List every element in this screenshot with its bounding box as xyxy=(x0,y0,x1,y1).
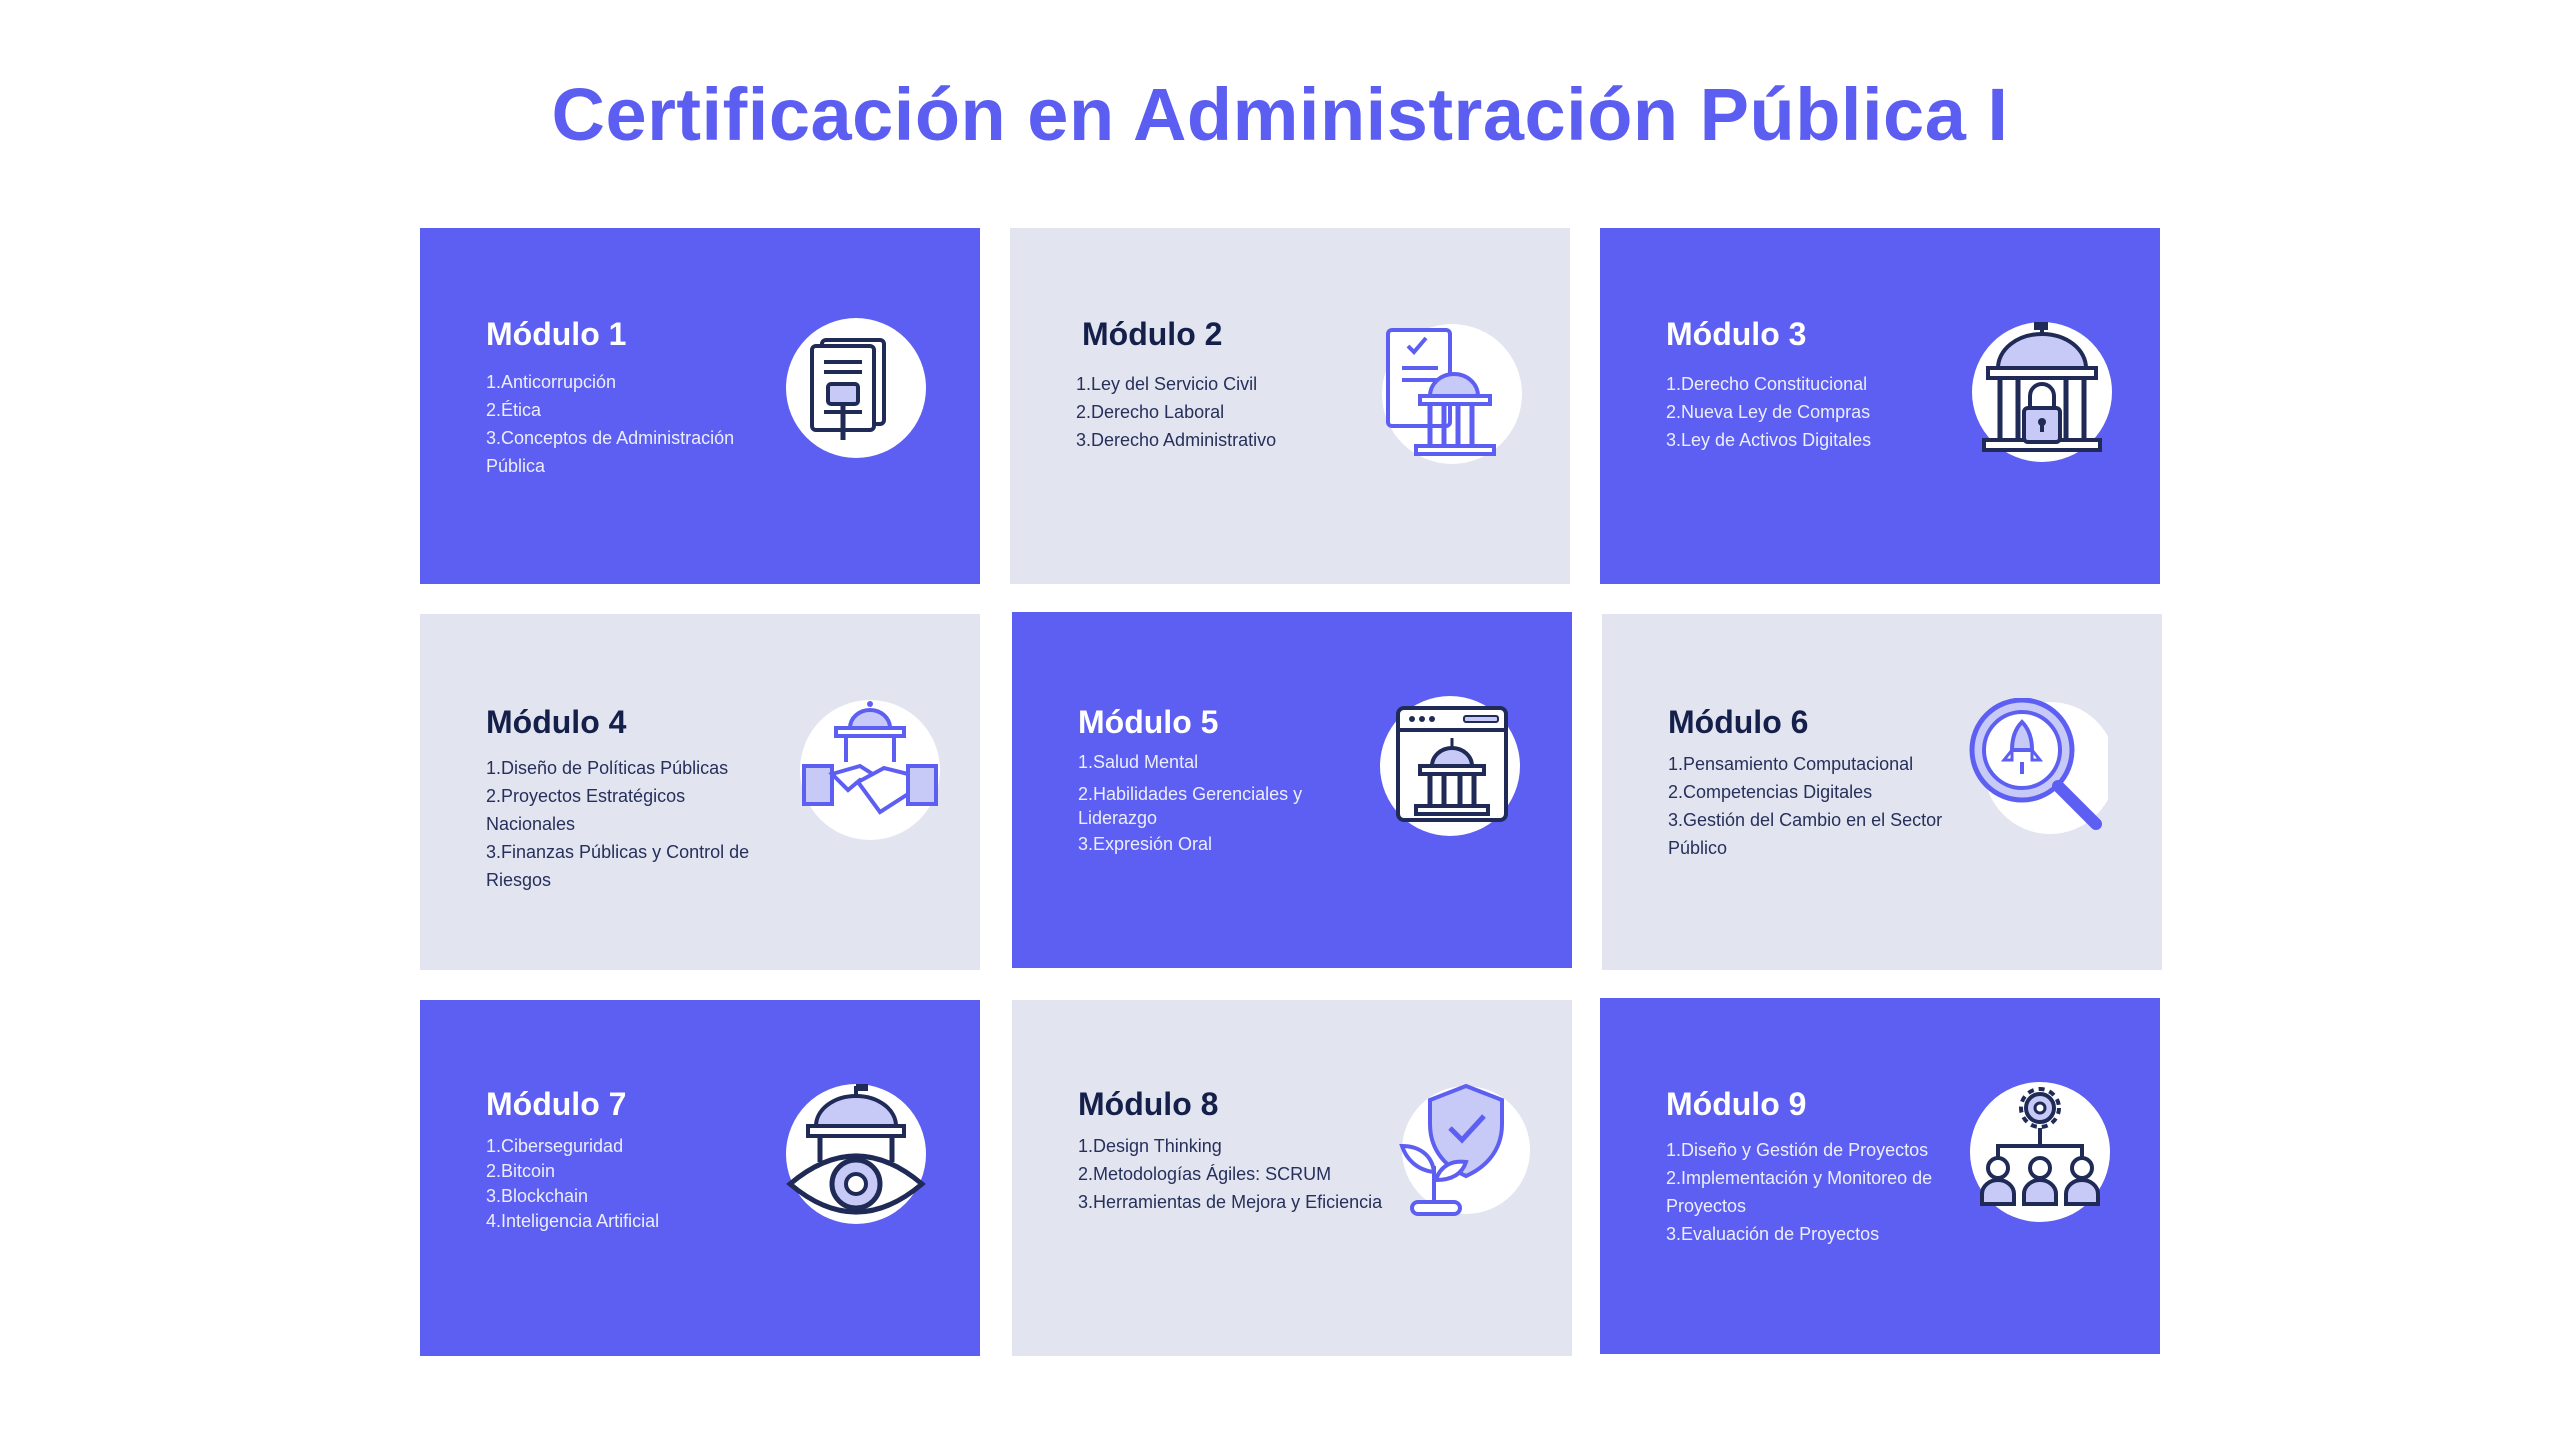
module-card-4[interactable]: Módulo 4 1.Diseño de Políticas Públicas … xyxy=(420,614,980,970)
module-title: Módulo 1 xyxy=(486,316,627,352)
module-title: Módulo 7 xyxy=(486,1086,627,1122)
topic-item: 2.Bitcoin xyxy=(486,1161,556,1181)
topic-item: 3.Finanzas Públicas y Control de Riesgos xyxy=(486,842,750,890)
module-card-9[interactable]: Módulo 9 1.Diseño y Gestión de Proyectos… xyxy=(1600,998,2160,1354)
topic-item: 2.Nueva Ley de Compras xyxy=(1666,402,1871,422)
shield-plant-icon xyxy=(1390,1080,1530,1220)
topic-item: 3.Blockchain xyxy=(486,1186,589,1206)
topic-item: 3.Herramientas de Mejora y Eficiencia xyxy=(1078,1192,1383,1212)
module-topics: 1.Pensamiento Computacional 2.Competenci… xyxy=(1668,750,1948,862)
eye-building-icon xyxy=(786,1084,926,1224)
module-card-2[interactable]: Módulo 2 1.Ley del Servicio Civil 2.Dere… xyxy=(1010,228,1570,584)
topic-item: 3.Evaluación de Proyectos xyxy=(1666,1224,1880,1244)
topic-item: 1.Ciberseguridad xyxy=(486,1136,624,1156)
topic-item: 1.Pensamiento Computacional xyxy=(1668,754,1914,774)
module-topics: 1.Salud Mental 2.Habilidades Gerenciales… xyxy=(1078,750,1338,856)
topic-item: 2.Proyectos Estratégicos Nacionales xyxy=(486,786,686,834)
module-title: Módulo 6 xyxy=(1668,704,1809,740)
topic-item: 1.Derecho Constitucional xyxy=(1666,374,1868,394)
module-title: Módulo 9 xyxy=(1666,1086,1807,1122)
topic-item: 1.Ley del Servicio Civil xyxy=(1076,374,1258,394)
module-card-8[interactable]: Módulo 8 1.Design Thinking 2.Metodología… xyxy=(1012,1000,1572,1356)
topic-item: 3.Ley de Activos Digitales xyxy=(1666,430,1872,450)
module-title: Módulo 4 xyxy=(486,704,627,740)
building-lock-icon xyxy=(1972,322,2112,462)
document-gavel-icon xyxy=(786,318,926,458)
module-card-1[interactable]: Módulo 1 1.Anticorrupción 2.Ética 3.Conc… xyxy=(420,228,980,584)
topic-item: 2.Implementación y Monitoreo de Proyecto… xyxy=(1666,1168,1933,1216)
topic-item: 2.Habilidades Gerenciales y Liderazgo xyxy=(1078,784,1303,828)
topic-item: 2.Derecho Laboral xyxy=(1076,402,1225,422)
browser-building-icon xyxy=(1380,696,1520,836)
topic-item: 3.Conceptos de Administración Pública xyxy=(486,428,735,476)
topic-item: 2.Competencias Digitales xyxy=(1668,782,1873,802)
topic-item: 1.Anticorrupción xyxy=(486,372,617,392)
topic-item: 3.Expresión Oral xyxy=(1078,834,1213,854)
topic-item: 1.Salud Mental xyxy=(1078,752,1199,772)
module-topics: 1.Diseño y Gestión de Proyectos 2.Implem… xyxy=(1666,1136,1956,1248)
module-card-3[interactable]: Módulo 3 1.Derecho Constitucional 2.Nuev… xyxy=(1600,228,2160,584)
module-topics: 1.Derecho Constitucional 2.Nueva Ley de … xyxy=(1666,370,1966,454)
module-card-6[interactable]: Módulo 6 1.Pensamiento Computacional 2.C… xyxy=(1602,614,2162,970)
module-topics: 1.Ciberseguridad 2.Bitcoin 3.Blockchain … xyxy=(486,1134,786,1234)
topic-item: 1.Diseño y Gestión de Proyectos xyxy=(1666,1140,1929,1160)
topic-item: 3.Gestión del Cambio en el Sector Públic… xyxy=(1668,810,1943,858)
module-topics: 1.Diseño de Políticas Públicas 2.Proyect… xyxy=(486,754,776,894)
topic-item: 1.Design Thinking xyxy=(1078,1136,1222,1156)
module-title: Módulo 3 xyxy=(1666,316,1807,352)
module-topics: 1.Ley del Servicio Civil 2.Derecho Labor… xyxy=(1076,370,1376,454)
handshake-building-icon xyxy=(800,700,940,840)
module-card-7[interactable]: Módulo 7 1.Ciberseguridad 2.Bitcoin 3.Bl… xyxy=(420,1000,980,1356)
topic-item: 4.Inteligencia Artificial xyxy=(486,1211,660,1231)
topic-item: 2.Metodologías Ágiles: SCRUM xyxy=(1078,1164,1332,1184)
team-gear-icon xyxy=(1970,1082,2110,1222)
module-topics: 1.Anticorrupción 2.Ética 3.Conceptos de … xyxy=(486,368,766,480)
module-title: Módulo 8 xyxy=(1078,1086,1219,1122)
module-title: Módulo 5 xyxy=(1078,704,1219,740)
topic-item: 1.Diseño de Políticas Públicas xyxy=(486,758,729,778)
law-scroll-building-icon xyxy=(1382,324,1522,464)
topic-item: 2.Ética xyxy=(486,400,542,420)
magnifier-rocket-icon xyxy=(1968,698,2108,838)
module-topics: 1.Design Thinking 2.Metodologías Ágiles:… xyxy=(1078,1132,1408,1216)
topic-item: 3.Derecho Administrativo xyxy=(1076,430,1277,450)
module-card-5[interactable]: Módulo 5 1.Salud Mental 2.Habilidades Ge… xyxy=(1012,612,1572,968)
module-title: Módulo 2 xyxy=(1082,316,1223,352)
page-title: Certificación en Administración Pública … xyxy=(551,73,2009,156)
